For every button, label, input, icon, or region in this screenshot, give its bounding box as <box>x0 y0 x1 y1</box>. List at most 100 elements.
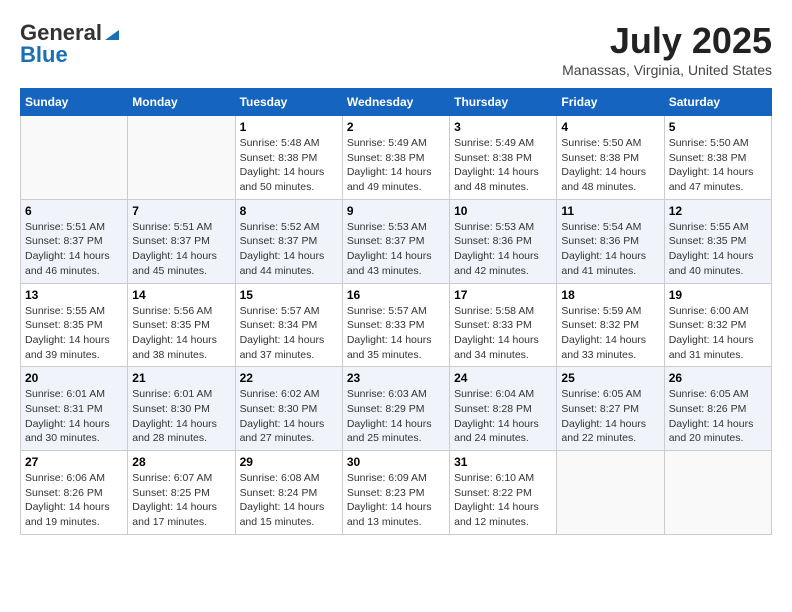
calendar-cell: 22 Sunrise: 6:02 AMSunset: 8:30 PMDayligh… <box>235 367 342 451</box>
day-number: 26 <box>669 371 767 385</box>
day-number: 21 <box>132 371 230 385</box>
calendar-cell: 4 Sunrise: 5:50 AMSunset: 8:38 PMDaylight… <box>557 116 664 200</box>
calendar-cell: 27 Sunrise: 6:06 AMSunset: 8:26 PMDayligh… <box>21 451 128 535</box>
day-info: Sunrise: 6:03 AMSunset: 8:29 PMDaylight:… <box>347 387 445 446</box>
day-info: Sunrise: 5:50 AMSunset: 8:38 PMDaylight:… <box>669 136 767 195</box>
day-number: 13 <box>25 288 123 302</box>
day-info: Sunrise: 5:53 AMSunset: 8:36 PMDaylight:… <box>454 220 552 279</box>
day-number: 3 <box>454 120 552 134</box>
calendar-cell <box>128 116 235 200</box>
calendar-cell: 30 Sunrise: 6:09 AMSunset: 8:23 PMDayligh… <box>342 451 449 535</box>
day-number: 23 <box>347 371 445 385</box>
day-info: Sunrise: 6:04 AMSunset: 8:28 PMDaylight:… <box>454 387 552 446</box>
calendar-cell: 28Sunrise: 6:07 AMSunset: 8:25 PMDayligh… <box>128 451 235 535</box>
day-info: Sunrise: 5:59 AMSunset: 8:32 PMDaylight:… <box>561 304 659 363</box>
day-number: 7 <box>132 204 230 218</box>
calendar-cell: 1Sunrise: 5:48 AMSunset: 8:38 PMDaylight… <box>235 116 342 200</box>
day-info: Sunrise: 6:02 AMSunset: 8:30 PMDaylight:… <box>240 387 338 446</box>
day-header-saturday: Saturday <box>664 89 771 116</box>
calendar-cell: 25 Sunrise: 6:05 AMSunset: 8:27 PMDayligh… <box>557 367 664 451</box>
day-info: Sunrise: 5:55 AMSunset: 8:35 PMDaylight:… <box>25 304 123 363</box>
day-info: Sunrise: 5:55 AMSunset: 8:35 PMDaylight:… <box>669 220 767 279</box>
day-number: 24 <box>454 371 552 385</box>
day-info: Sunrise: 6:05 AMSunset: 8:26 PMDaylight:… <box>669 387 767 446</box>
day-info: Sunrise: 6:05 AMSunset: 8:27 PMDaylight:… <box>561 387 659 446</box>
calendar-week-row: 27 Sunrise: 6:06 AMSunset: 8:26 PMDayligh… <box>21 451 772 535</box>
day-info: Sunrise: 6:10 AMSunset: 8:22 PMDaylight:… <box>454 471 552 530</box>
calendar-table: SundayMondayTuesdayWednesdayThursdayFrid… <box>20 88 772 535</box>
calendar-cell <box>21 116 128 200</box>
day-number: 30 <box>347 455 445 469</box>
day-info: Sunrise: 6:06 AMSunset: 8:26 PMDaylight:… <box>25 471 123 530</box>
day-number: 31 <box>454 455 552 469</box>
calendar-week-row: 20Sunrise: 6:01 AMSunset: 8:31 PMDayligh… <box>21 367 772 451</box>
day-number: 16 <box>347 288 445 302</box>
day-info: Sunrise: 5:49 AMSunset: 8:38 PMDaylight:… <box>454 136 552 195</box>
logo-blue-text: Blue <box>20 42 68 68</box>
day-info: Sunrise: 6:08 AMSunset: 8:24 PMDaylight:… <box>240 471 338 530</box>
day-number: 10 <box>454 204 552 218</box>
day-number: 14 <box>132 288 230 302</box>
calendar-cell: 23 Sunrise: 6:03 AMSunset: 8:29 PMDayligh… <box>342 367 449 451</box>
day-info: Sunrise: 5:49 AMSunset: 8:38 PMDaylight:… <box>347 136 445 195</box>
day-number: 25 <box>561 371 659 385</box>
day-info: Sunrise: 5:51 AMSunset: 8:37 PMDaylight:… <box>132 220 230 279</box>
day-number: 27 <box>25 455 123 469</box>
calendar-cell: 13 Sunrise: 5:55 AMSunset: 8:35 PMDayligh… <box>21 283 128 367</box>
calendar-cell: 15 Sunrise: 5:57 AMSunset: 8:34 PMDayligh… <box>235 283 342 367</box>
calendar-week-row: 13 Sunrise: 5:55 AMSunset: 8:35 PMDayligh… <box>21 283 772 367</box>
calendar-cell <box>664 451 771 535</box>
calendar-week-row: 1Sunrise: 5:48 AMSunset: 8:38 PMDaylight… <box>21 116 772 200</box>
day-info: Sunrise: 5:51 AMSunset: 8:37 PMDaylight:… <box>25 220 123 279</box>
calendar-cell: 24 Sunrise: 6:04 AMSunset: 8:28 PMDayligh… <box>450 367 557 451</box>
calendar-cell: 11 Sunrise: 5:54 AMSunset: 8:36 PMDayligh… <box>557 199 664 283</box>
calendar-cell: 17 Sunrise: 5:58 AMSunset: 8:33 PMDayligh… <box>450 283 557 367</box>
calendar-cell: 6Sunrise: 5:51 AMSunset: 8:37 PMDaylight… <box>21 199 128 283</box>
day-info: Sunrise: 5:52 AMSunset: 8:37 PMDaylight:… <box>240 220 338 279</box>
day-number: 29 <box>240 455 338 469</box>
logo: General Blue <box>20 20 121 68</box>
calendar-cell: 9 Sunrise: 5:53 AMSunset: 8:37 PMDaylight… <box>342 199 449 283</box>
day-info: Sunrise: 5:53 AMSunset: 8:37 PMDaylight:… <box>347 220 445 279</box>
day-number: 15 <box>240 288 338 302</box>
day-number: 8 <box>240 204 338 218</box>
day-header-friday: Friday <box>557 89 664 116</box>
calendar-cell: 16 Sunrise: 5:57 AMSunset: 8:33 PMDayligh… <box>342 283 449 367</box>
day-number: 28 <box>132 455 230 469</box>
day-info: Sunrise: 5:57 AMSunset: 8:33 PMDaylight:… <box>347 304 445 363</box>
day-number: 5 <box>669 120 767 134</box>
day-header-sunday: Sunday <box>21 89 128 116</box>
calendar-cell: 29 Sunrise: 6:08 AMSunset: 8:24 PMDayligh… <box>235 451 342 535</box>
day-info: Sunrise: 5:50 AMSunset: 8:38 PMDaylight:… <box>561 136 659 195</box>
day-number: 4 <box>561 120 659 134</box>
title-section: July 2025 Manassas, Virginia, United Sta… <box>562 20 772 78</box>
day-header-thursday: Thursday <box>450 89 557 116</box>
calendar-cell: 5 Sunrise: 5:50 AMSunset: 8:38 PMDaylight… <box>664 116 771 200</box>
day-header-tuesday: Tuesday <box>235 89 342 116</box>
day-number: 12 <box>669 204 767 218</box>
logo-icon <box>103 24 121 42</box>
day-info: Sunrise: 5:54 AMSunset: 8:36 PMDaylight:… <box>561 220 659 279</box>
day-number: 2 <box>347 120 445 134</box>
calendar-cell: 10 Sunrise: 5:53 AMSunset: 8:36 PMDayligh… <box>450 199 557 283</box>
day-number: 19 <box>669 288 767 302</box>
calendar-cell: 14Sunrise: 5:56 AMSunset: 8:35 PMDayligh… <box>128 283 235 367</box>
month-title: July 2025 <box>562 20 772 62</box>
calendar-cell: 21Sunrise: 6:01 AMSunset: 8:30 PMDayligh… <box>128 367 235 451</box>
day-number: 22 <box>240 371 338 385</box>
day-info: Sunrise: 6:09 AMSunset: 8:23 PMDaylight:… <box>347 471 445 530</box>
calendar-cell: 7 Sunrise: 5:51 AMSunset: 8:37 PMDaylight… <box>128 199 235 283</box>
day-info: Sunrise: 5:57 AMSunset: 8:34 PMDaylight:… <box>240 304 338 363</box>
calendar-cell: 8 Sunrise: 5:52 AMSunset: 8:37 PMDaylight… <box>235 199 342 283</box>
calendar-cell: 31 Sunrise: 6:10 AMSunset: 8:22 PMDayligh… <box>450 451 557 535</box>
calendar-cell: 19Sunrise: 6:00 AMSunset: 8:32 PMDayligh… <box>664 283 771 367</box>
day-number: 9 <box>347 204 445 218</box>
day-number: 17 <box>454 288 552 302</box>
day-info: Sunrise: 5:58 AMSunset: 8:33 PMDaylight:… <box>454 304 552 363</box>
day-number: 11 <box>561 204 659 218</box>
day-number: 20 <box>25 371 123 385</box>
calendar-cell: 3 Sunrise: 5:49 AMSunset: 8:38 PMDaylight… <box>450 116 557 200</box>
calendar-cell: 2 Sunrise: 5:49 AMSunset: 8:38 PMDaylight… <box>342 116 449 200</box>
calendar-cell: 26 Sunrise: 6:05 AMSunset: 8:26 PMDayligh… <box>664 367 771 451</box>
calendar-week-row: 6Sunrise: 5:51 AMSunset: 8:37 PMDaylight… <box>21 199 772 283</box>
